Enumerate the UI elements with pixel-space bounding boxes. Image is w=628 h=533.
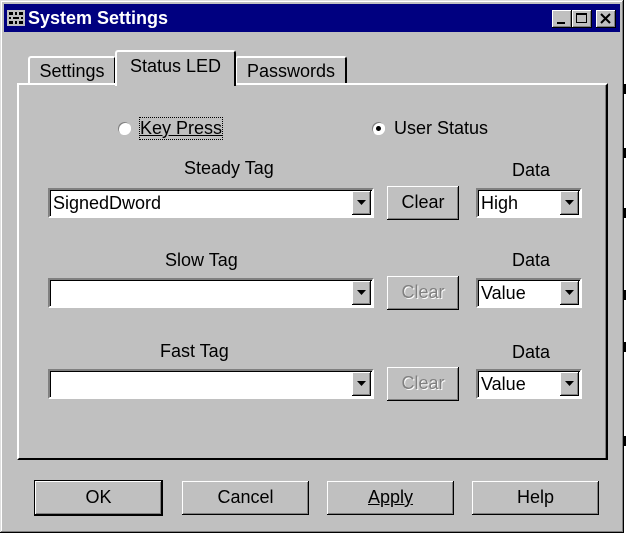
background-edge-mark (624, 208, 626, 218)
steady-tag-dropdown-button[interactable] (352, 191, 371, 215)
steady-tag-label: Steady Tag (184, 158, 274, 178)
fast-data-combo[interactable]: Value (476, 369, 582, 399)
steady-tag-value: SignedDword (53, 193, 162, 213)
radio-selected-dot (376, 126, 381, 131)
help-button[interactable]: Help (472, 481, 599, 515)
slow-data-value: Value (481, 283, 526, 303)
slow-data-label: Data (512, 250, 551, 270)
fast-data-dropdown-button[interactable] (560, 372, 579, 396)
apply-button-label: Apply (367, 487, 414, 507)
chevron-down-icon (357, 200, 366, 205)
key-press-label[interactable]: Key Press (138, 117, 224, 140)
background-edge-mark (624, 342, 626, 352)
chevron-down-icon (565, 200, 574, 205)
slow-data-dropdown-button[interactable] (560, 281, 579, 305)
fast-tag-combo[interactable] (48, 369, 374, 399)
minimize-button[interactable] (552, 10, 572, 28)
steady-data-combo[interactable]: High (476, 188, 582, 218)
close-icon (600, 13, 611, 24)
steady-tag-combo[interactable]: SignedDword (48, 188, 374, 218)
system-settings-window: System Settings Settings Passwords Statu… (0, 0, 624, 533)
chevron-down-icon (357, 381, 366, 386)
key-press-text: Key Press (140, 118, 223, 138)
cancel-button[interactable]: Cancel (182, 481, 309, 515)
close-button[interactable] (596, 10, 616, 28)
background-edge-mark (624, 84, 626, 94)
slow-tag-combo[interactable] (48, 278, 374, 308)
ok-button[interactable]: OK (34, 480, 163, 516)
tab-status-led[interactable]: Status LED (115, 50, 236, 86)
tab-passwords[interactable]: Passwords (235, 56, 347, 85)
slow-tag-dropdown-button[interactable] (352, 281, 371, 305)
app-grid-icon[interactable] (6, 8, 26, 28)
user-status-radio[interactable] (372, 122, 385, 135)
fast-data-label: Data (512, 342, 551, 362)
user-status-label[interactable]: User Status (394, 118, 488, 139)
steady-clear-button[interactable]: Clear (387, 186, 459, 220)
tab-panel-status-led (17, 83, 608, 460)
window-title: System Settings (28, 8, 169, 28)
key-press-radio[interactable] (118, 122, 131, 135)
fast-tag-label: Fast Tag (160, 341, 229, 361)
background-edge-mark (624, 148, 626, 158)
background-edge-mark (624, 436, 626, 446)
steady-data-value: High (481, 193, 519, 213)
chevron-down-icon (357, 290, 366, 295)
chevron-down-icon (565, 381, 574, 386)
fast-data-value: Value (481, 374, 526, 394)
tab-settings[interactable]: Settings (28, 56, 116, 85)
steady-data-label: Data (512, 160, 551, 180)
slow-data-combo[interactable]: Value (476, 278, 582, 308)
fast-clear-button[interactable]: Clear (387, 367, 459, 401)
chevron-down-icon (565, 290, 574, 295)
slow-tag-label: Slow Tag (165, 250, 238, 270)
maximize-button[interactable] (572, 10, 592, 28)
maximize-icon (576, 13, 587, 23)
slow-clear-button[interactable]: Clear (387, 276, 459, 310)
background-edge-mark (624, 290, 626, 300)
title-bar[interactable]: System Settings (4, 4, 620, 32)
minimize-icon (557, 22, 565, 24)
fast-tag-dropdown-button[interactable] (352, 372, 371, 396)
steady-data-dropdown-button[interactable] (560, 191, 579, 215)
apply-button[interactable]: Apply (327, 481, 454, 515)
